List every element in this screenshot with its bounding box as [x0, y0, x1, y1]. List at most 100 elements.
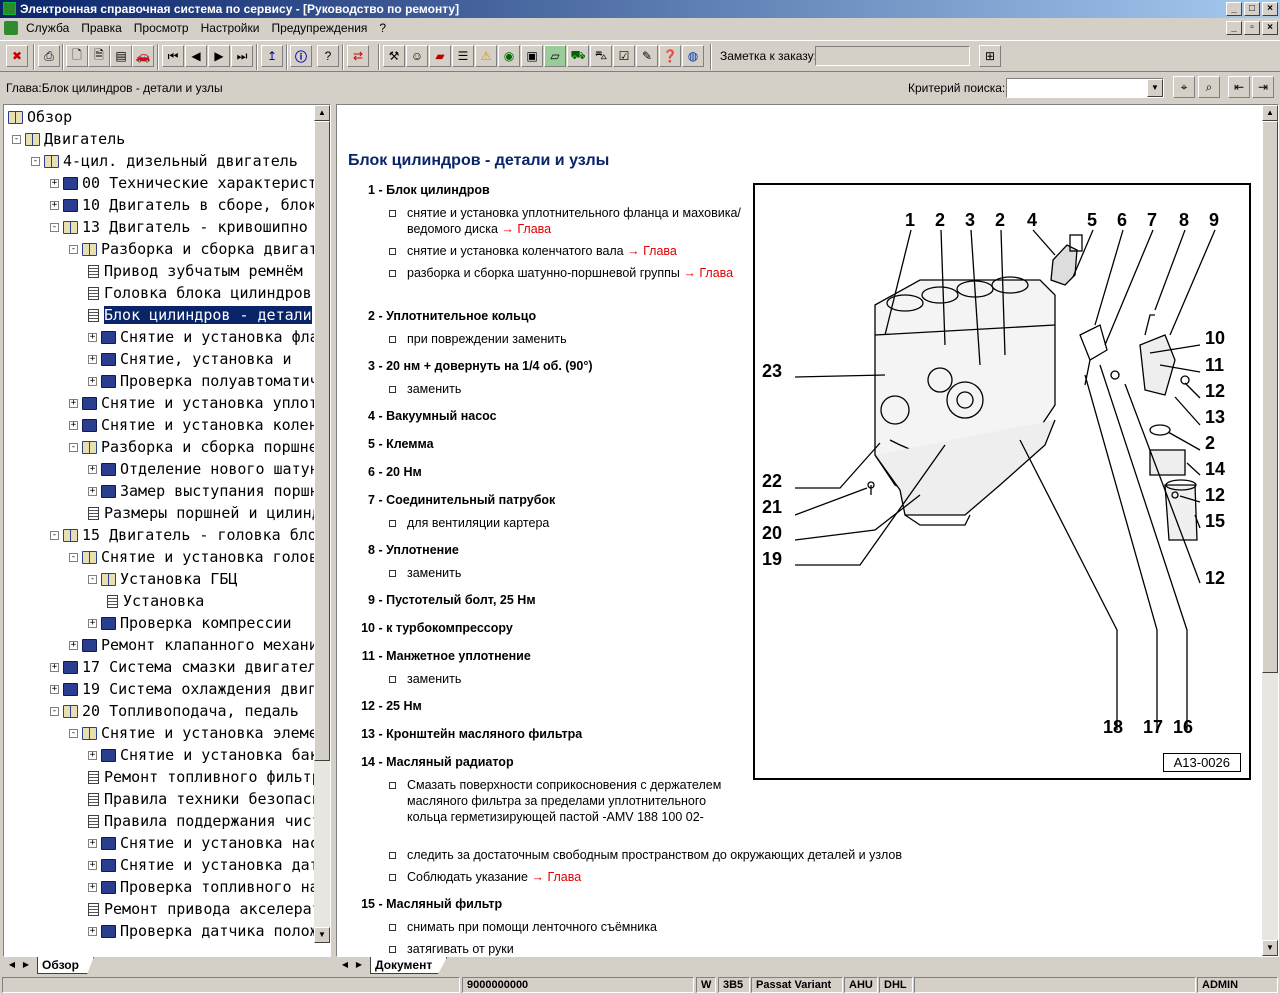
- collapse-icon[interactable]: -: [50, 707, 59, 716]
- help-icon[interactable]: ?: [317, 45, 339, 67]
- tree-item[interactable]: - 15 Двигатель - головка блока: [50, 524, 316, 546]
- chapter-link[interactable]: → Глава: [627, 244, 677, 258]
- doc-edit-icon[interactable]: 🗎: [88, 45, 110, 67]
- doc-scroll-down-icon[interactable]: ▼: [1262, 940, 1278, 956]
- search-back-icon[interactable]: ⌕: [1198, 76, 1220, 98]
- doc-minimize-button[interactable]: _: [1226, 21, 1242, 35]
- tree-item[interactable]: + Снятие и установка бака: [88, 744, 316, 766]
- tree-item[interactable]: + Снятие и установка фланца: [88, 326, 316, 348]
- menu-settings[interactable]: Настройки: [201, 18, 260, 38]
- expand-icon[interactable]: +: [69, 641, 78, 650]
- tree-scroll-thumb[interactable]: [314, 121, 330, 761]
- tree-item[interactable]: + Снятие и установка колен: [69, 414, 316, 436]
- tree-item[interactable]: + Снятие и установка насоса: [88, 832, 316, 854]
- tab-document[interactable]: Документ: [370, 957, 448, 974]
- tree-item[interactable]: +19 Система охлаждения двиг: [50, 678, 316, 700]
- doc-restore-button[interactable]: ▫: [1244, 21, 1260, 35]
- tree-item[interactable]: + Ремонт клапанного механизма: [69, 634, 316, 656]
- tab-overview[interactable]: Обзор: [37, 957, 94, 974]
- chapter-link[interactable]: → Глава: [531, 870, 581, 884]
- expand-icon[interactable]: +: [88, 377, 97, 386]
- close-button[interactable]: ×: [1262, 2, 1278, 16]
- next-page-icon[interactable]: ▶: [208, 45, 230, 67]
- scroll-up-icon[interactable]: ▲: [314, 105, 330, 121]
- collapse-icon[interactable]: -: [12, 135, 21, 144]
- collapse-icon[interactable]: -: [88, 575, 97, 584]
- expand-icon[interactable]: +: [88, 465, 97, 474]
- tab-prev-icon[interactable]: ◀: [5, 958, 19, 972]
- new-doc-icon[interactable]: 🗋: [66, 45, 88, 67]
- collapse-icon[interactable]: -: [69, 729, 78, 738]
- doc-tab-prev-icon[interactable]: ◀: [338, 958, 352, 972]
- doc-tab-next-icon[interactable]: ▶: [352, 958, 366, 972]
- collapse-right-icon[interactable]: ⇥: [1252, 76, 1274, 98]
- doc-scroll-thumb[interactable]: [1262, 121, 1278, 673]
- tree-item[interactable]: + Снятие и установка датчика: [88, 854, 316, 876]
- prev-page-icon[interactable]: ◀: [185, 45, 207, 67]
- tree-item[interactable]: + Замер выступания поршня: [88, 480, 316, 502]
- note-apply-icon[interactable]: ⊞: [979, 45, 1001, 67]
- tree-item[interactable]: - Двигатель: [12, 128, 125, 150]
- person-icon[interactable]: ☺: [406, 45, 428, 67]
- globe-icon[interactable]: ◉: [498, 45, 520, 67]
- first-page-icon[interactable]: ⏮: [162, 45, 184, 67]
- menu-help[interactable]: ?: [379, 18, 386, 38]
- last-page-icon[interactable]: ⏭: [231, 45, 253, 67]
- collapse-icon[interactable]: -: [69, 443, 78, 452]
- search-criteria-select[interactable]: ▼: [1006, 78, 1164, 98]
- tree-item[interactable]: - Разборка и сборка двигателя: [69, 238, 316, 260]
- print-icon[interactable]: ⎙: [38, 45, 60, 67]
- expand-icon[interactable]: +: [88, 355, 97, 364]
- sync-icon[interactable]: ⇄: [347, 45, 369, 67]
- collapse-icon[interactable]: -: [31, 157, 40, 166]
- tree-item[interactable]: Установка: [107, 590, 204, 612]
- chevron-down-icon[interactable]: ▼: [1147, 79, 1163, 97]
- tree-item[interactable]: + Снятие и установка уплотнения: [69, 392, 316, 414]
- doc-scroll-up-icon[interactable]: ▲: [1262, 105, 1278, 121]
- tree-item[interactable]: + Проверка полуавтоматического: [88, 370, 316, 392]
- tree-item[interactable]: - 13 Двигатель - кривошипно: [50, 216, 308, 238]
- tab-next-icon[interactable]: ▶: [19, 958, 33, 972]
- tree-item[interactable]: Обзор: [8, 106, 72, 128]
- tree-item[interactable]: - Снятие и установка головки: [69, 546, 316, 568]
- tree-item[interactable]: - 4-цил. дизельный двигатель: [31, 150, 298, 172]
- tree-item[interactable]: + Отделение нового шатуна: [88, 458, 316, 480]
- tree-item[interactable]: Ремонт привода акселератора: [88, 898, 316, 920]
- expand-icon[interactable]: +: [50, 179, 59, 188]
- notes-icon[interactable]: ▤: [110, 45, 132, 67]
- tree-item[interactable]: Блок цилиндров - детали: [88, 304, 313, 326]
- expand-icon[interactable]: +: [88, 751, 97, 760]
- car-check-icon[interactable]: ⛍: [590, 45, 612, 67]
- expand-icon[interactable]: +: [50, 663, 59, 672]
- maximize-button[interactable]: □: [1244, 2, 1260, 16]
- collapse-icon[interactable]: -: [50, 223, 59, 232]
- tree-item[interactable]: Правила техники безопасности: [88, 788, 316, 810]
- menu-view[interactable]: Просмотр: [134, 18, 189, 38]
- vehicle-icon[interactable]: 🚗: [132, 45, 154, 67]
- level-up-icon[interactable]: ↥: [261, 45, 283, 67]
- exit-icon[interactable]: ✖: [6, 45, 28, 67]
- expand-icon[interactable]: +: [88, 861, 97, 870]
- expand-icon[interactable]: +: [88, 333, 97, 342]
- tree-item[interactable]: + Проверка топливного насоса: [88, 876, 316, 898]
- tree-item[interactable]: + Снятие, установка и: [88, 348, 292, 370]
- tree-item[interactable]: Размеры поршней и цилиндров: [88, 502, 316, 524]
- tree-item[interactable]: +10 Двигатель в сборе, блок: [50, 194, 316, 216]
- minimize-button[interactable]: _: [1226, 2, 1242, 16]
- book-icon[interactable]: ▰: [429, 45, 451, 67]
- doc-close-button[interactable]: ×: [1262, 21, 1278, 35]
- chapter-link[interactable]: → Глава: [501, 222, 551, 236]
- collapse-left-icon[interactable]: ⇤: [1228, 76, 1250, 98]
- warning-icon[interactable]: ⚠: [475, 45, 497, 67]
- tree-item[interactable]: - Разборка и сборка поршней: [69, 436, 316, 458]
- tree-item[interactable]: - Снятие и установка элементов: [69, 722, 316, 744]
- tools-icon[interactable]: ⚒: [383, 45, 405, 67]
- tree-item[interactable]: Правила поддержания чистоты: [88, 810, 316, 832]
- navigation-tree[interactable]: Обзор - Двигатель -4-цил. дизельный двигате…: [4, 105, 316, 956]
- expand-icon[interactable]: +: [69, 399, 78, 408]
- checklist-icon[interactable]: ☑: [613, 45, 635, 67]
- chapter-link[interactable]: → Глава: [683, 266, 733, 280]
- info-icon[interactable]: ⓘ: [290, 45, 312, 67]
- collapse-icon[interactable]: -: [69, 553, 78, 562]
- expand-icon[interactable]: +: [88, 883, 97, 892]
